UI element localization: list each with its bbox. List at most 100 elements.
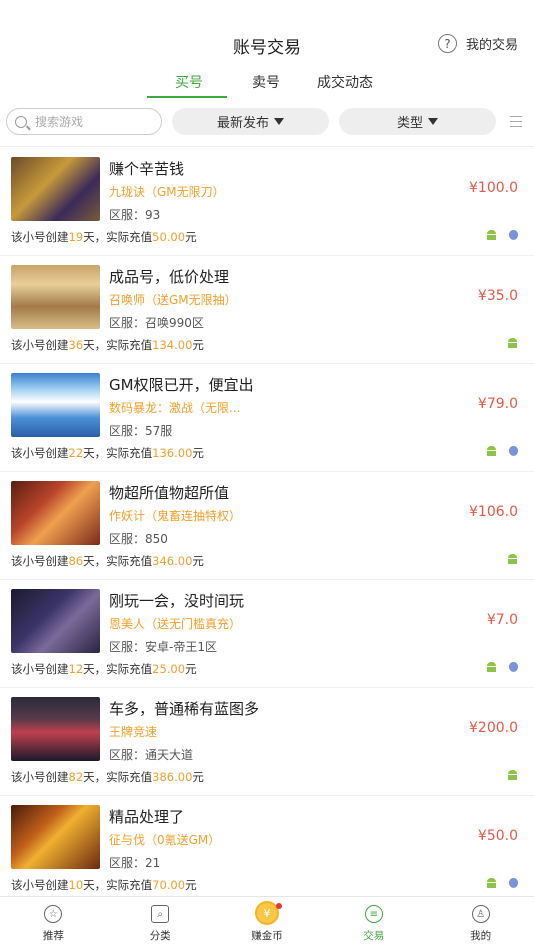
listing-title: 精品处理了 [109,808,185,826]
divider [0,146,534,147]
listing-game: 王牌竞速 [109,725,158,739]
star-icon: ☆ [44,905,63,923]
nav-recommend[interactable]: ☆ 推荐 [0,897,107,950]
listing-meta: 该小号创建22天，实际充值136.00元 [11,446,204,460]
type-dropdown[interactable]: 类型 [339,108,496,135]
tab-sell[interactable]: 卖号 [238,72,294,98]
filter-bar: 搜索游戏 最新发布 类型 [0,108,534,136]
game-thumbnail [11,481,100,545]
tab-buy[interactable]: 买号 [152,72,226,98]
listing-title: 刚玩一会，没时间玩 [109,592,245,610]
person-icon: ♙ [471,905,490,923]
platform-icons [486,878,518,888]
apple-icon [509,446,518,456]
android-icon [486,446,497,456]
list-menu-icon[interactable] [510,116,522,127]
listing-price: ¥106.0 [469,504,518,520]
platform-icons [507,554,518,564]
listing-item[interactable]: 成品号，低价处理 召唤师（送GM无限抽） 区服：召唤990区 ¥35.0 该小号… [0,256,534,364]
trade-icon: ≡ [364,905,383,923]
sort-label: 最新发布 [216,116,269,131]
platform-icons [486,662,518,672]
sort-dropdown[interactable]: 最新发布 [172,108,329,135]
category-scan-icon: ⌕ [151,905,170,923]
listing-title: 赚个辛苦钱 [109,160,185,178]
listing-game: 召唤师（送GM无限抽） [109,293,237,307]
nav-label: 交易 [363,930,385,942]
my-trade-label: 我的交易 [465,38,518,53]
listing-game: 征与伐（0氪送GM） [109,833,221,847]
tab-deal-feed[interactable]: 成交动态 [306,72,384,98]
question-circle-icon[interactable]: ? [437,34,457,53]
nav-mine[interactable]: ♙ 我的 [427,897,534,950]
listing-server: 区服：850 [109,532,168,546]
listing-server: 区服：21 [109,856,161,870]
android-icon [507,770,518,780]
search-input[interactable]: 搜索游戏 [6,108,162,135]
search-placeholder: 搜索游戏 [35,115,84,129]
listing-meta: 该小号创建36天，实际充值134.00元 [11,338,204,352]
game-thumbnail [11,697,100,761]
tab-active-underline [147,96,227,98]
listing-item[interactable]: 赚个辛苦钱 九珑诀（GM无限刀） 区服：93 ¥100.0 该小号创建19天，实… [0,148,534,256]
listing-title: GM权限已开，便宜出 [109,376,254,394]
game-thumbnail [11,589,100,653]
game-thumbnail [11,265,100,329]
trade-tabs: 买号 卖号 成交动态 [0,72,534,100]
listing-server: 区服：通天大道 [109,748,194,762]
platform-icons [486,230,518,240]
listing-meta: 该小号创建82天，实际充值386.00元 [11,770,204,784]
caret-down-icon [428,118,438,125]
header: 账号交易 ? 我的交易 买号 卖号 成交动态 [0,0,534,98]
android-icon [486,878,497,888]
nav-trade[interactable]: ≡ 交易 [320,897,427,950]
listing-meta: 该小号创建10天，实际充值70.00元 [11,878,197,892]
listing-meta: 该小号创建86天，实际充值346.00元 [11,554,204,568]
listing-meta: 该小号创建12天，实际充值25.00元 [11,662,197,676]
android-icon [507,554,518,564]
listing-title: 成品号，低价处理 [109,268,230,286]
search-icon [15,115,27,128]
apple-icon [509,878,518,888]
caret-down-icon [274,118,284,125]
platform-icons [486,446,518,456]
listing-game: 数码暴龙：激战（无限... [109,401,241,415]
type-label: 类型 [396,116,423,131]
listing-item[interactable]: 刚玩一会，没时间玩 恩美人（送无门槛真充） 区服：安卓-帝王1区 ¥7.0 该小… [0,580,534,688]
listing-game: 作妖计（鬼畜连抽特权） [109,509,242,523]
listing-server: 区服：93 [109,208,161,222]
listing-item[interactable]: 车多，普通稀有蓝图多 王牌竞速 区服：通天大道 ¥200.0 该小号创建82天，… [0,688,534,796]
listing-server: 区服：安卓-帝王1区 [109,640,217,654]
listing-title: 物超所值物超所值 [109,484,230,502]
listing-game: 九珑诀（GM无限刀） [109,185,225,199]
game-thumbnail [11,805,100,869]
listing-price: ¥35.0 [477,288,518,304]
listing-price: ¥200.0 [469,720,518,736]
listing-meta: 该小号创建19天，实际充值50.00元 [11,230,197,244]
android-icon [507,338,518,348]
nav-earn-coins[interactable]: ¥ 赚金币 [214,897,321,950]
android-icon [486,662,497,672]
nav-label: 推荐 [42,930,64,942]
game-thumbnail [11,157,100,221]
nav-label: 分类 [149,930,171,942]
listing-game: 恩美人（送无门槛真充） [109,617,242,631]
nav-label: 我的 [470,930,492,942]
android-icon [486,230,497,240]
listing-price: ¥79.0 [477,396,518,412]
platform-icons [507,338,518,348]
listing-item[interactable]: 物超所值物超所值 作妖计（鬼畜连抽特权） 区服：850 ¥106.0 该小号创建… [0,472,534,580]
apple-icon [509,662,518,672]
listing-title: 车多，普通稀有蓝图多 [109,700,260,718]
nav-category[interactable]: ⌕ 分类 [107,897,214,950]
listing-item[interactable]: GM权限已开，便宜出 数码暴龙：激战（无限... 区服：57服 ¥79.0 该小… [0,364,534,472]
bottom-nav: ☆ 推荐 ⌕ 分类 ¥ 赚金币 ≡ 交易 ♙ 我的 [0,896,534,950]
listing-price: ¥50.0 [477,828,518,844]
apple-icon [509,230,518,240]
my-trade-button[interactable]: ? 我的交易 [437,34,518,53]
game-thumbnail [11,373,100,437]
nav-label: 赚金币 [251,930,283,942]
listing-item[interactable]: 精品处理了 征与伐（0氪送GM） 区服：21 ¥50.0 该小号创建10天，实际… [0,796,534,904]
listing-server: 区服：召唤990区 [109,316,204,330]
listing-server: 区服：57服 [109,424,173,438]
